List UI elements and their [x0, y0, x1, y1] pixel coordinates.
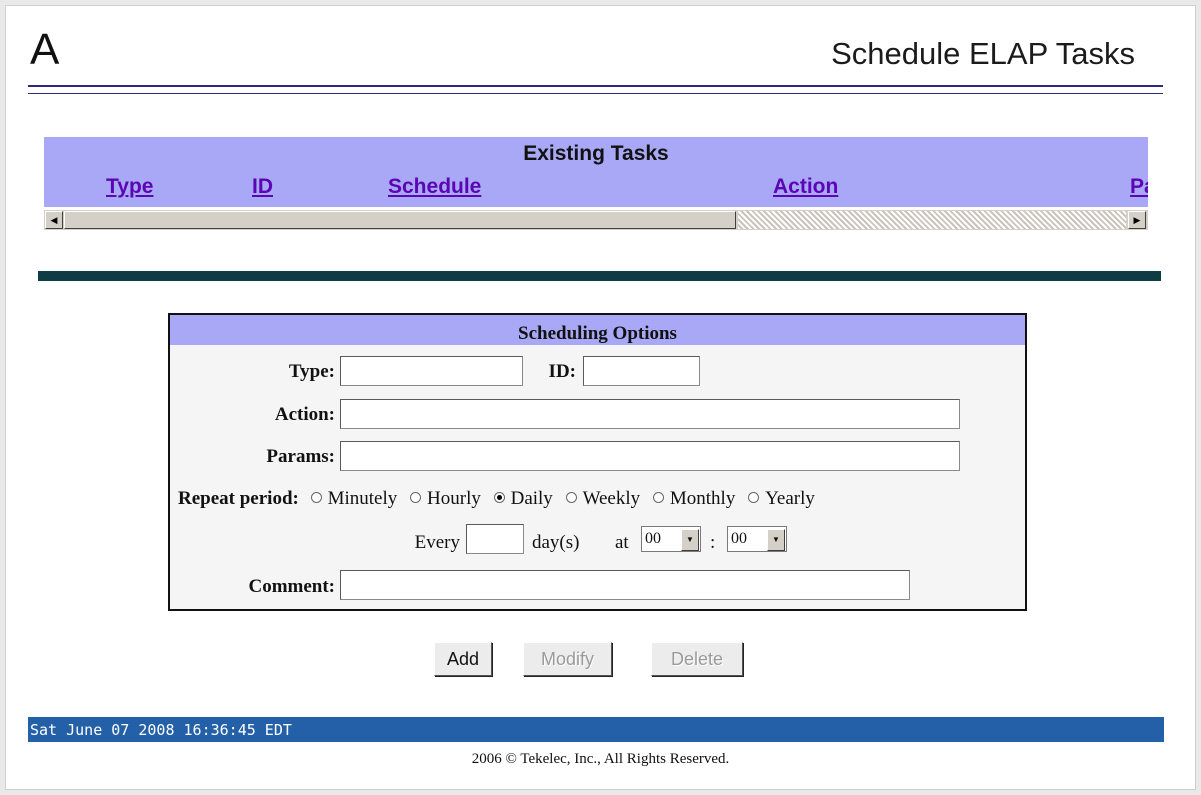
repeat-period-label: Repeat period:: [178, 488, 299, 509]
scrollbar-track[interactable]: [738, 211, 1126, 229]
title-rule-bottom: [28, 93, 1163, 94]
add-button[interactable]: Add: [434, 642, 492, 676]
chevron-down-icon[interactable]: ▼: [681, 529, 699, 551]
radio-minutely-label: Minutely: [327, 488, 398, 509]
radio-weekly[interactable]: Weekly: [565, 488, 641, 509]
delete-button[interactable]: Delete: [651, 642, 743, 676]
scroll-left-arrow-icon[interactable]: ◀: [45, 211, 63, 229]
scrollbar-thumb[interactable]: [64, 211, 736, 229]
id-label: ID:: [548, 361, 576, 382]
params-label: Params:: [266, 446, 335, 467]
comment-input[interactable]: [340, 570, 910, 600]
existing-tasks-heading: Existing Tasks: [44, 137, 1148, 169]
column-params-link[interactable]: Pa: [1130, 175, 1148, 199]
hour-value: 00: [645, 530, 661, 547]
column-id-link[interactable]: ID: [252, 175, 273, 199]
page-frame: A Schedule ELAP Tasks Existing Tasks Typ…: [5, 5, 1196, 790]
time-separator: :: [710, 532, 716, 553]
scheduling-options-heading: Scheduling Options: [170, 315, 1025, 345]
hour-select[interactable]: 00 ▼: [641, 526, 701, 552]
page-title: Schedule ELAP Tasks: [831, 36, 1135, 71]
unit-label: day(s): [532, 532, 580, 553]
radio-daily-label: Daily: [510, 488, 553, 509]
radio-weekly-label: Weekly: [582, 488, 641, 509]
horizontal-scrollbar[interactable]: ◀ ▶: [44, 209, 1148, 230]
every-label: Every: [414, 532, 460, 553]
comment-label: Comment:: [248, 576, 335, 597]
title-rule-top: [28, 85, 1163, 87]
action-input[interactable]: [340, 399, 960, 429]
existing-tasks-table: Existing Tasks Type ID Schedule Action P…: [44, 137, 1148, 235]
id-input[interactable]: [583, 356, 700, 386]
type-input[interactable]: [340, 356, 523, 386]
chevron-down-icon[interactable]: ▼: [767, 529, 785, 551]
scroll-right-arrow-icon[interactable]: ▶: [1128, 211, 1146, 229]
minute-value: 00: [731, 530, 747, 547]
radio-hourly[interactable]: Hourly: [410, 488, 481, 509]
column-type-link[interactable]: Type: [106, 175, 153, 199]
logo: A: [30, 25, 60, 74]
section-divider: [38, 271, 1161, 281]
radio-icon[interactable]: [310, 492, 322, 503]
column-schedule-link[interactable]: Schedule: [388, 175, 481, 199]
every-input[interactable]: [466, 524, 524, 554]
radio-daily[interactable]: Daily: [493, 488, 553, 509]
radio-icon[interactable]: [410, 492, 422, 503]
radio-yearly[interactable]: Yearly: [748, 488, 815, 509]
action-label: Action:: [274, 404, 335, 425]
type-label: Type:: [288, 361, 335, 382]
copyright: 2006 © Tekelec, Inc., All Rights Reserve…: [471, 751, 730, 767]
params-input[interactable]: [340, 441, 960, 471]
scheduling-options-panel: Scheduling Options Type: ID: Action: Par…: [168, 313, 1027, 611]
modify-button[interactable]: Modify: [523, 642, 612, 676]
column-action-link[interactable]: Action: [773, 175, 838, 199]
at-label: at: [615, 532, 629, 553]
repeat-period-row: Repeat period: Minutely Hourly Daily Wee…: [178, 488, 815, 510]
radio-icon[interactable]: [565, 492, 577, 503]
radio-monthly[interactable]: Monthly: [652, 488, 736, 509]
radio-icon[interactable]: [652, 492, 664, 503]
radio-yearly-label: Yearly: [765, 488, 815, 509]
radio-icon[interactable]: [748, 492, 760, 503]
radio-monthly-label: Monthly: [669, 488, 736, 509]
radio-hourly-label: Hourly: [427, 488, 481, 509]
status-bar: Sat June 07 2008 16:36:45 EDT: [28, 717, 1164, 742]
minute-select[interactable]: 00 ▼: [727, 526, 787, 552]
radio-minutely[interactable]: Minutely: [310, 488, 398, 509]
existing-tasks-columns: Type ID Schedule Action Pa: [44, 169, 1148, 207]
radio-selected-icon[interactable]: [493, 492, 505, 503]
